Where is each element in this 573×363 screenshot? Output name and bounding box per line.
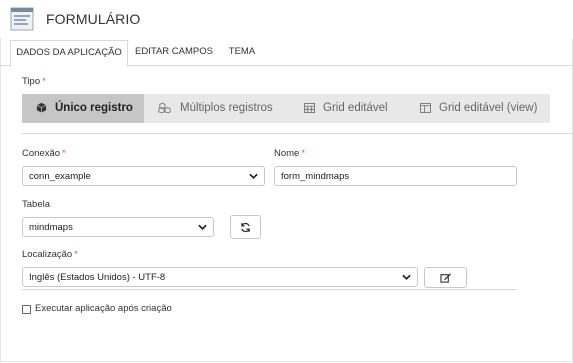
edit-icon bbox=[439, 273, 451, 283]
nome-label: Nome * bbox=[274, 148, 306, 159]
page-title: FORMULÁRIO bbox=[46, 11, 141, 27]
tab-bar: DADOS DA APLICAÇÃO EDITAR CAMPOS TEMA bbox=[0, 40, 573, 67]
conexao-label: Conexão * bbox=[22, 148, 66, 159]
edit-locale-button[interactable] bbox=[424, 267, 467, 288]
section-divider bbox=[22, 133, 573, 134]
tab-tema[interactable]: TEMA bbox=[222, 40, 262, 64]
tab-dados-da-aplicacao[interactable]: DADOS DA APLICAÇÃO bbox=[10, 40, 128, 67]
chevron-down-icon bbox=[249, 173, 258, 179]
page-header: FORMULÁRIO bbox=[0, 0, 573, 38]
tipo-option-multiplos-registros[interactable]: Múltiplos registros bbox=[158, 94, 308, 123]
tipo-label: Tipo * bbox=[22, 76, 46, 87]
refresh-icon bbox=[241, 222, 250, 232]
localizacao-label: Localização * bbox=[22, 249, 78, 260]
tabela-select[interactable]: mindmaps bbox=[22, 217, 214, 237]
refresh-button[interactable] bbox=[230, 215, 261, 239]
tipo-option-unico-registro[interactable]: Único registro bbox=[22, 94, 144, 123]
tipo-option-grid-editavel[interactable]: Grid editável bbox=[304, 94, 424, 123]
chevron-down-icon bbox=[402, 274, 411, 280]
nome-input[interactable]: form_mindmaps bbox=[274, 166, 517, 186]
tipo-segmented-control: Único registro Múltiplos registros Grid … bbox=[22, 94, 550, 123]
conexao-select[interactable]: conn_example bbox=[22, 166, 265, 186]
executar-label: Executar aplicação após criação bbox=[35, 303, 172, 314]
cube-icon bbox=[36, 103, 47, 114]
field-divider bbox=[22, 289, 517, 290]
columns-icon bbox=[420, 102, 431, 113]
cubes-icon bbox=[158, 103, 171, 114]
executar-checkbox[interactable] bbox=[22, 305, 31, 314]
tipo-option-grid-editavel-view[interactable]: Grid editável (view) bbox=[420, 94, 550, 123]
localizacao-select[interactable]: Inglês (Estados Unidos) - UTF-8 bbox=[22, 267, 418, 287]
tab-editar-campos[interactable]: EDITAR CAMPOS bbox=[131, 40, 217, 64]
chevron-down-icon bbox=[198, 224, 207, 230]
form-icon bbox=[10, 7, 34, 31]
tabela-label: Tabela bbox=[22, 199, 50, 210]
table-icon bbox=[304, 102, 315, 113]
